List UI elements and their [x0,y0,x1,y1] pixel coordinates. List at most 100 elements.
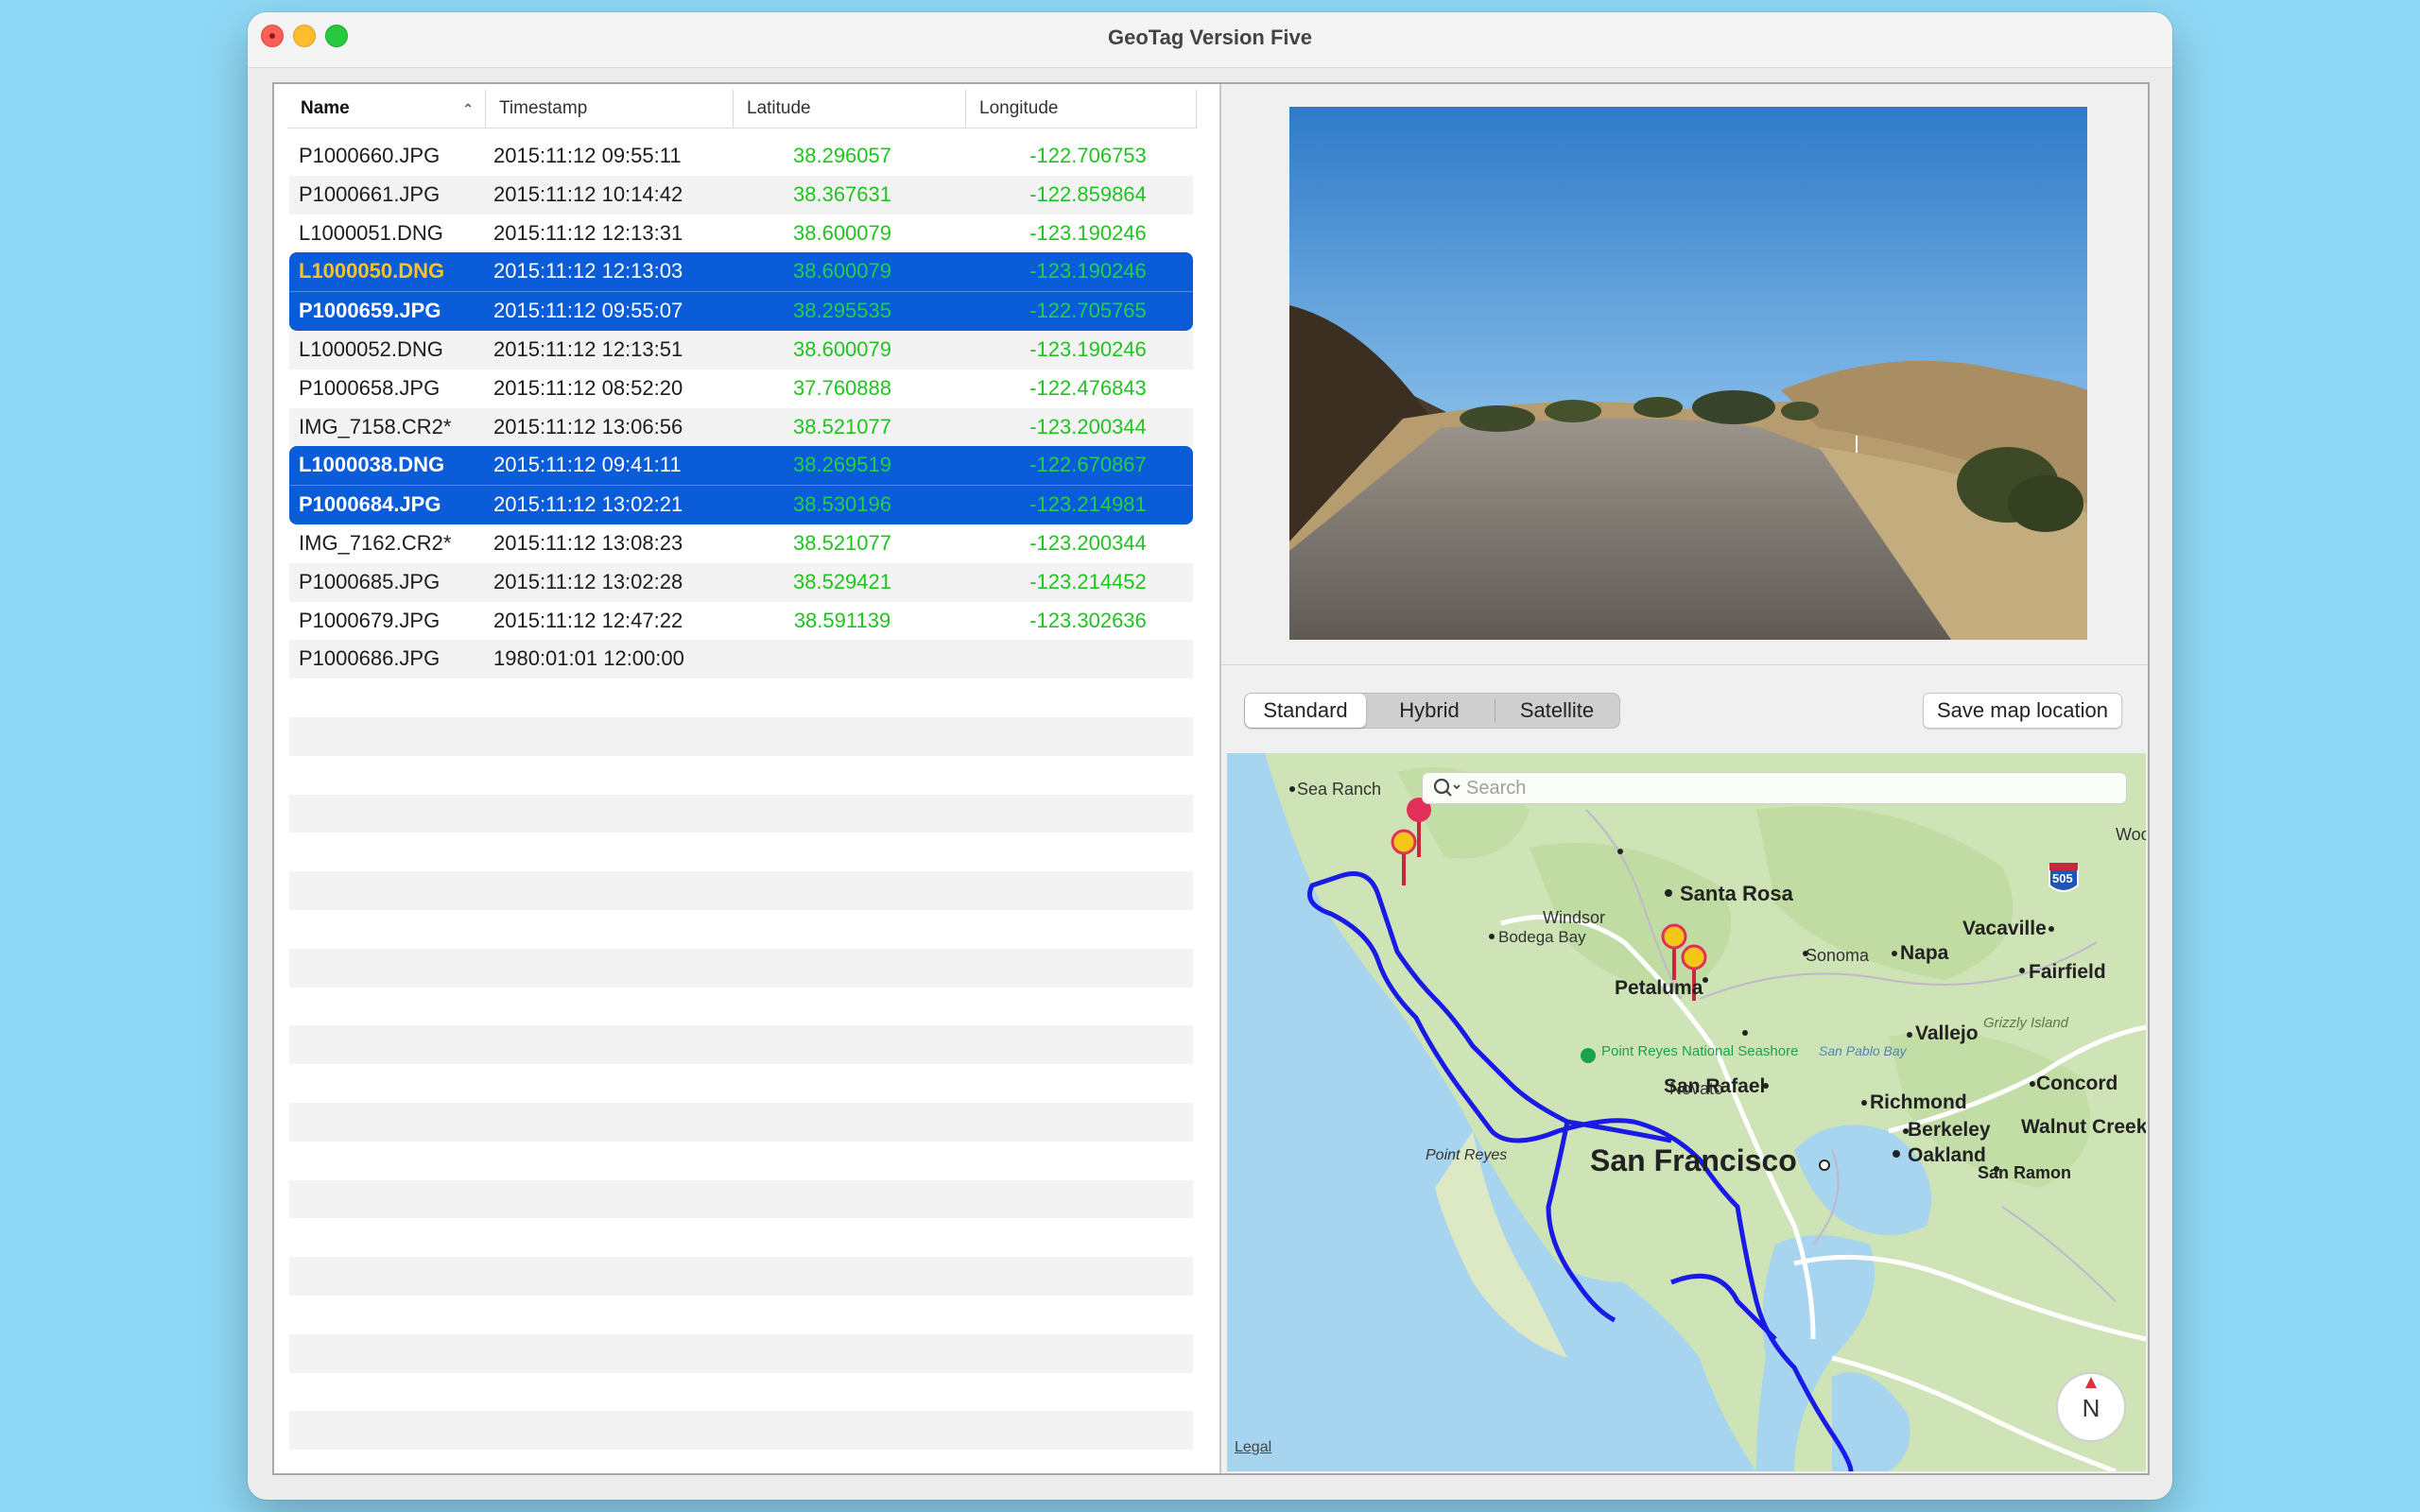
cell-longitude: -123.200344 [1029,414,1147,438]
cell-name: L1000051.DNG [299,220,443,245]
empty-row [289,1257,1193,1296]
label-fairfield: Fairfield [2029,961,2106,983]
map-view[interactable]: 505 Sea Ranch Woodlar [1227,753,2146,1471]
table-row[interactable]: IMG_7162.CR2* 2015:11:12 13:08:23 38.52107… [289,524,1193,563]
label-bodega-bay: Bodega Bay [1498,928,1586,946]
label-windsor: Windsor [1543,908,1605,927]
cell-longitude: -123.214981 [1029,492,1147,517]
table-row[interactable]: P1000686.JPG 1980:01:01 12:00:00 [289,640,1193,679]
cell-name: P1000661.JPG [299,181,441,206]
image-table[interactable]: Name ⌃ Timestamp Latitude Longitude P100… [274,84,1221,1473]
label-grizzly-island: Grizzly Island [1983,1015,2069,1031]
cell-longitude [1008,640,1168,679]
cell-timestamp: 2015:11:12 09:41:11 [493,453,682,477]
segment-standard[interactable]: Standard [1245,694,1366,728]
interstate-label: 505 [2052,871,2073,885]
table-row[interactable]: P1000685.JPG 2015:11:12 13:02:28 38.529421… [289,562,1193,602]
cell-name: IMG_7162.CR2* [299,530,452,555]
cell-name: P1000660.JPG [299,144,441,167]
cell-latitude [781,640,904,679]
empty-row [289,910,1193,949]
empty-row [289,1296,1193,1334]
cell-latitude: 37.760888 [793,375,891,400]
cell-latitude: 38.521077 [793,414,891,438]
map-canvas[interactable]: 505 Sea Ranch Woodlar [1227,753,2146,1471]
label-woodland: Woodlar [2116,825,2146,844]
segment-hybrid[interactable]: Hybrid [1368,694,1491,728]
table-row[interactable]: P1000661.JPG 2015:11:12 10:14:42 38.367631… [289,175,1193,215]
empty-row [289,1333,1193,1373]
table-row[interactable]: IMG_7158.CR2* 2015:11:12 13:06:56 38.52107… [289,407,1193,447]
label-concord: Concord [2036,1073,2118,1094]
cell-timestamp: 2015:11:12 13:06:56 [493,414,683,438]
empty-row [289,1142,1193,1180]
label-vallejo: Vallejo [1915,1022,1979,1044]
empty-row [289,988,1193,1026]
save-map-location-button[interactable]: Save map location [1923,693,2122,729]
cell-name: L1000038.DNG [299,453,445,477]
cell-name: P1000658.JPG [299,375,441,400]
table-row[interactable]: P1000660.JPG 2015:11:12 09:55:11 38.296057… [289,137,1193,176]
search-icon [1433,778,1461,797]
cell-timestamp: 2015:11:12 09:55:11 [493,144,682,167]
label-vacaville: Vacaville [1962,918,2047,939]
cell-latitude: 38.295535 [793,299,891,323]
empty-row [289,1102,1193,1142]
pane-divider[interactable] [1221,664,2148,665]
empty-row [289,1064,1193,1103]
table-header: Name ⌃ Timestamp Latitude Longitude [287,90,1197,129]
cell-name: P1000685.JPG [299,569,441,593]
cell-timestamp: 2015:11:12 13:02:28 [493,569,683,593]
cell-longitude: -123.190246 [1029,259,1147,284]
table-row[interactable]: L1000038.DNG 2015:11:12 09:41:11 38.269519… [289,446,1193,486]
label-sea-ranch: Sea Ranch [1297,780,1381,799]
column-header-name[interactable]: Name ⌃ [287,90,486,128]
cell-timestamp: 2015:11:12 13:02:21 [493,492,683,517]
empty-row [289,1218,1193,1257]
cell-longitude: -122.670867 [1029,453,1147,477]
legal-link[interactable]: Legal [1235,1439,1271,1456]
column-header-latitude[interactable]: Latitude [734,90,966,128]
cell-latitude: 38.600079 [793,336,891,361]
window-title: GeoTag Version Five [1108,26,1312,49]
table-row[interactable]: L1000050.DNG 2015:11:12 12:13:03 38.600079… [289,252,1193,292]
label-san-francisco: San Francisco [1590,1143,1797,1177]
cell-longitude: -123.302636 [1029,608,1147,632]
empty-row [289,871,1193,910]
cell-name: P1000659.JPG [299,299,441,323]
column-header-timestamp[interactable]: Timestamp [486,90,734,128]
compass-label: N [2083,1394,2100,1422]
empty-row [289,948,1193,988]
detail-pane: Standard Hybrid Satellite Save map locat… [1221,84,2148,1473]
map-type-segmented-control[interactable]: Standard Hybrid Satellite [1244,693,1620,729]
table-body: P1000660.JPG 2015:11:12 09:55:11 38.296057… [289,137,1193,1451]
empty-row [289,1373,1193,1412]
cell-longitude: -123.190246 [1029,220,1147,245]
column-header-longitude[interactable]: Longitude [966,90,1197,128]
map-search-field[interactable]: Search [1422,772,2127,804]
segment-satellite[interactable]: Satellite [1495,694,1619,728]
cell-latitude: 38.521077 [793,530,891,555]
cell-longitude: -123.214452 [1029,569,1147,593]
cell-name: P1000684.JPG [299,492,441,517]
compass-icon: N [2056,1372,2126,1442]
cell-latitude: 38.367631 [793,181,891,206]
cell-longitude: -122.476843 [1029,375,1147,400]
label-napa: Napa [1900,942,1949,964]
table-row[interactable]: P1000684.JPG 2015:11:12 13:02:21 38.530196… [289,485,1193,524]
label-point-reyes-ns: Point Reyes National Seashore [1601,1043,1798,1059]
table-row[interactable]: P1000659.JPG 2015:11:12 09:55:07 38.295535… [289,291,1193,331]
table-row[interactable]: P1000658.JPG 2015:11:12 08:52:20 37.760888… [289,369,1193,408]
cell-latitude: 38.530196 [793,492,891,517]
cell-latitude: 38.296057 [793,144,891,167]
empty-row [289,1025,1193,1065]
label-richmond: Richmond [1870,1091,1967,1113]
cell-longitude: -123.190246 [1029,336,1147,361]
cell-name: P1000679.JPG [299,608,441,632]
table-row[interactable]: L1000052.DNG 2015:11:12 12:13:51 38.600079… [289,330,1193,369]
table-row[interactable]: L1000051.DNG 2015:11:12 12:13:31 38.600079… [289,215,1193,253]
table-row[interactable]: P1000679.JPG 2015:11:12 12:47:22 38.591139… [289,602,1193,641]
cell-timestamp: 2015:11:12 08:52:20 [493,375,683,400]
label-oakland: Oakland [1908,1144,1986,1166]
cell-timestamp: 2015:11:12 13:08:23 [493,530,683,555]
